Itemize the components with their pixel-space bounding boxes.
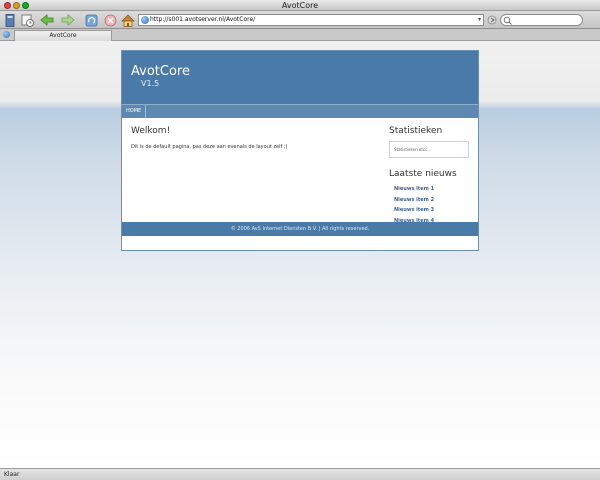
reload-icon[interactable]	[84, 13, 98, 27]
window-title: AvotCore	[281, 1, 319, 10]
page-content: Welkom! Dit is de default pagina, pas de…	[122, 118, 478, 236]
tab-label: AvotCore	[49, 32, 77, 39]
news-item-link[interactable]: Nieuws item 1	[394, 186, 471, 197]
page-container: AvotCore V1.5 HOME Welkom! Dit is de def…	[121, 50, 479, 251]
forward-icon[interactable]	[61, 13, 75, 27]
site-footer: © 2006 AvS Internet Diensten B.V. | All …	[122, 222, 478, 236]
site-nav: HOME	[122, 104, 478, 118]
news-item-link[interactable]: Nieuws item 3	[394, 207, 471, 218]
history-icon[interactable]	[20, 13, 34, 27]
status-bar: Klaar	[0, 468, 600, 480]
globe-icon	[141, 16, 149, 24]
search-icon	[503, 16, 512, 25]
welcome-heading: Welkom!	[131, 126, 171, 136]
news-item-link[interactable]: Nieuws item 2	[394, 197, 471, 208]
address-dropdown-icon[interactable]: ▾	[478, 15, 481, 25]
main-column: Welkom! Dit is de default pagina, pas de…	[131, 126, 371, 150]
bookmarks-icon[interactable]	[3, 13, 17, 27]
browser-toolbar: http://s001.avotserver.nl/AvotCore/ ▾	[0, 11, 600, 29]
stats-heading: Statistieken	[389, 126, 443, 136]
nav-item-home[interactable]: HOME	[122, 105, 147, 118]
tab-bar: AvotCore	[0, 29, 600, 41]
address-bar[interactable]: http://s001.avotserver.nl/AvotCore/ ▾	[138, 14, 484, 26]
site-header: AvotCore V1.5	[122, 51, 478, 104]
stop-icon[interactable]	[103, 13, 117, 27]
zoom-window-button[interactable]	[22, 2, 29, 9]
close-window-button[interactable]	[4, 2, 11, 9]
intro-text: Dit is de default pagina, pas deze aan e…	[131, 144, 288, 150]
news-heading: Laatste nieuws	[389, 169, 457, 179]
home-icon[interactable]	[121, 13, 135, 27]
minimize-window-button[interactable]	[13, 2, 20, 9]
tab-avotcore[interactable]: AvotCore	[14, 30, 112, 41]
search-input[interactable]	[500, 14, 583, 26]
site-version: V1.5	[141, 79, 160, 88]
browser-viewport: AvotCore V1.5 HOME Welkom! Dit is de def…	[0, 41, 600, 468]
stats-box: Statistieken etcc...	[389, 141, 469, 158]
sidebar: Statistieken Statistieken etcc... Laatst…	[389, 126, 471, 228]
window-controls	[4, 2, 29, 9]
address-text: http://s001.avotserver.nl/AvotCore/	[150, 16, 256, 23]
window-titlebar: AvotCore	[0, 0, 600, 11]
go-icon[interactable]	[486, 14, 497, 26]
back-icon[interactable]	[40, 13, 54, 27]
new-tab-icon[interactable]	[3, 31, 10, 38]
site-title: AvotCore	[131, 64, 190, 79]
status-text: Klaar	[4, 471, 20, 478]
